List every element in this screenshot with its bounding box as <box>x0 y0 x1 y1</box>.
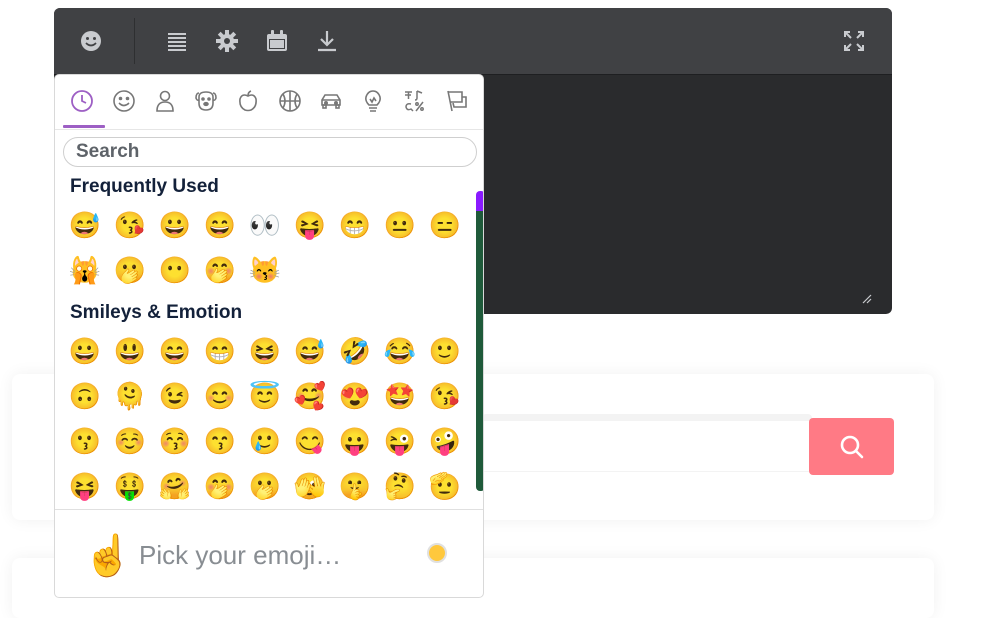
flags-icon[interactable] <box>443 88 469 114</box>
emoji-search-input[interactable] <box>76 142 466 162</box>
emoji-button[interactable]: 🫣 <box>293 464 327 507</box>
emoji-button[interactable]: 😆 <box>248 329 282 374</box>
emoji-button[interactable]: 🫢 <box>113 248 147 293</box>
download-icon[interactable] <box>312 26 342 56</box>
symbols-icon[interactable] <box>401 88 427 114</box>
frequent-emoji-grid: 😅 😘 😀 😄 👀 😝 😁 😐 😑 🙀 🫢 😶 🤭 😽 <box>68 203 468 293</box>
emoji-button[interactable]: 😐 <box>383 203 417 248</box>
skin-tone-selector[interactable] <box>427 543 447 563</box>
activities-icon[interactable] <box>277 88 303 114</box>
gear-icon[interactable] <box>212 26 242 56</box>
emoji-button[interactable]: 😁 <box>338 203 372 248</box>
emoji-button[interactable]: 🤗 <box>158 464 192 507</box>
editor-toolbar <box>54 8 892 75</box>
emoji-picker: Frequently Used 😅😘😀😄👀😝😁😐😑🙀🫢😶🤭😽 Smileys &… <box>54 74 484 598</box>
emoji-button[interactable]: ☺️ <box>113 419 147 464</box>
emoji-button[interactable]: 🤫 <box>338 464 372 507</box>
emoji-button[interactable]: 😍 <box>338 374 372 419</box>
emoji-button[interactable]: 😋 <box>293 419 327 464</box>
emoji-button[interactable]: 😊 <box>203 374 237 419</box>
emoji-button[interactable]: 🥰 <box>293 374 327 419</box>
travel-icon[interactable] <box>318 88 344 114</box>
emoji-button[interactable]: 😘 <box>428 374 462 419</box>
emoji-button[interactable]: 😘 <box>113 203 147 248</box>
emoji-button[interactable]: 🙀 <box>68 248 102 293</box>
smiley-icon[interactable] <box>76 26 106 56</box>
recent-icon[interactable] <box>69 88 95 114</box>
emoji-button[interactable]: 😚 <box>158 419 192 464</box>
emoji-button[interactable]: 🫠 <box>113 374 147 419</box>
emoji-button[interactable]: 😗 <box>68 419 102 464</box>
emoji-button[interactable]: 😀 <box>158 203 192 248</box>
emoji-button[interactable]: 👀 <box>248 203 282 248</box>
emoji-button[interactable]: 😃 <box>113 329 147 374</box>
emoji-button[interactable]: 🤑 <box>113 464 147 507</box>
emoji-button[interactable]: 😅 <box>293 329 327 374</box>
emoji-button[interactable]: 😄 <box>158 329 192 374</box>
emoji-button[interactable]: 😇 <box>248 374 282 419</box>
category-bar <box>55 75 483 130</box>
food-icon[interactable] <box>235 88 261 114</box>
fullscreen-icon[interactable] <box>839 26 869 56</box>
objects-icon[interactable] <box>360 88 386 114</box>
emoji-button[interactable]: 😂 <box>383 329 417 374</box>
emoji-button[interactable]: 😙 <box>203 419 237 464</box>
emoji-button[interactable]: 😛 <box>338 419 372 464</box>
smileys-icon[interactable] <box>111 88 137 114</box>
paragraph-icon[interactable] <box>162 26 192 56</box>
emoji-button[interactable]: 🤔 <box>383 464 417 507</box>
emoji-button[interactable]: 😉 <box>158 374 192 419</box>
emoji-button[interactable]: 🥲 <box>248 419 282 464</box>
site-search-input[interactable] <box>482 421 816 471</box>
emoji-search <box>63 137 477 167</box>
emoji-button[interactable]: 🤪 <box>428 419 462 464</box>
emoji-button[interactable]: 😅 <box>68 203 102 248</box>
people-icon[interactable] <box>152 88 178 114</box>
emoji-button[interactable]: 😶 <box>158 248 192 293</box>
section-title-frequent: Frequently Used <box>70 176 219 197</box>
toolbar-separator <box>134 18 135 64</box>
search-button[interactable] <box>809 418 894 475</box>
emoji-button[interactable]: 😜 <box>383 419 417 464</box>
emoji-button[interactable]: 🤩 <box>383 374 417 419</box>
category-underline <box>63 125 105 128</box>
scrollbar-thumb[interactable] <box>476 211 483 491</box>
preview-text: Pick your emoji… <box>139 540 342 570</box>
emoji-button[interactable]: 🤭 <box>203 248 237 293</box>
emoji-button[interactable]: 😑 <box>428 203 462 248</box>
smileys-emoji-grid: 😀 😃 😄 😁 😆 😅 🤣 😂 🙂 🙃 🫠 😉 😊 😇 🥰 😍 🤩 😘 😗 ☺️ 😚 😙 🥲 😋 😛 😜 🤪 😝 🤑 🤗 🤭 🫢 🫣 🤫 🤔 🫡 <box>68 329 468 507</box>
preview-bar: ☝️ Pick your emoji… <box>55 509 483 597</box>
emoji-button[interactable]: 🫢 <box>248 464 282 507</box>
animals-icon[interactable] <box>193 88 219 114</box>
emoji-button[interactable]: 🙃 <box>68 374 102 419</box>
emoji-button[interactable]: 😝 <box>68 464 102 507</box>
calendar-icon[interactable] <box>262 26 292 56</box>
section-title-smileys: Smileys & Emotion <box>70 302 243 323</box>
emoji-button[interactable]: 😀 <box>68 329 102 374</box>
emoji-button[interactable]: 😽 <box>248 248 282 293</box>
search-icon <box>840 435 863 458</box>
emoji-button[interactable]: 😝 <box>293 203 327 248</box>
emoji-list[interactable]: Frequently Used 😅 😘 😀 😄 👀 😝 😁 😐 😑 🙀 🫢 😶 🤭 😽 Smileys &… <box>55 171 483 507</box>
emoji-button[interactable]: 😄 <box>203 203 237 248</box>
preview-emoji: ☝️ <box>83 534 133 578</box>
emoji-button[interactable]: 🤣 <box>338 329 372 374</box>
emoji-button[interactable]: 🤭 <box>203 464 237 507</box>
scrollbar-cap[interactable] <box>476 191 483 211</box>
resize-grip-icon[interactable] <box>862 294 872 304</box>
emoji-button[interactable]: 🫡 <box>428 464 462 507</box>
emoji-button[interactable]: 🙂 <box>428 329 462 374</box>
emoji-button[interactable]: 😁 <box>203 329 237 374</box>
